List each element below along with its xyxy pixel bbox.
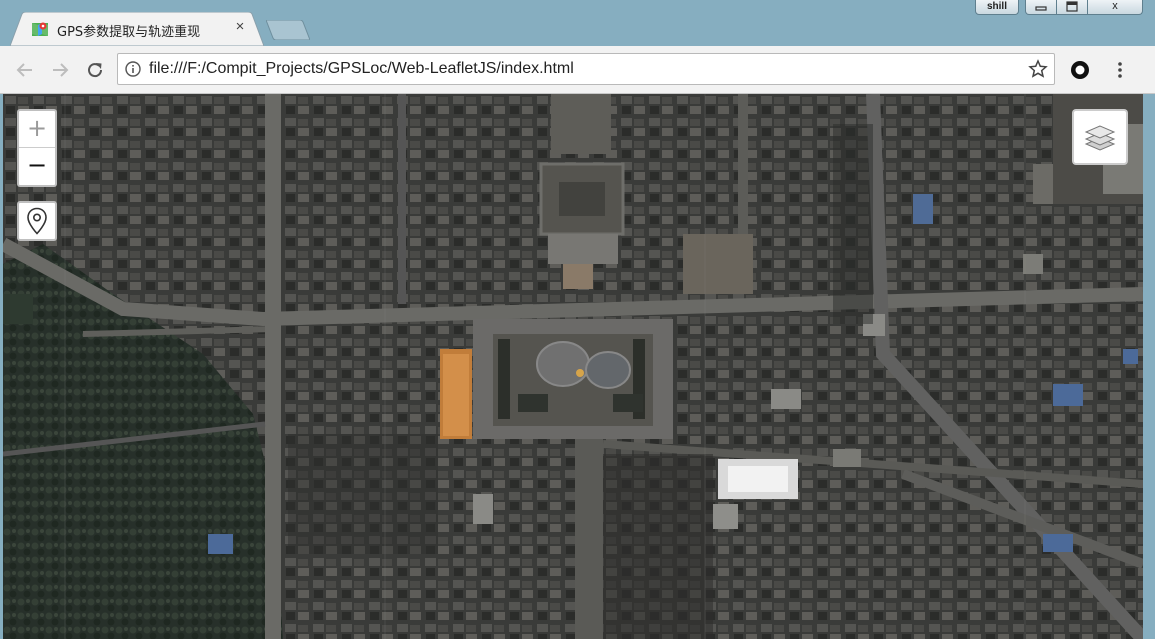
zoom-in-button[interactable]: + <box>19 111 55 147</box>
minimize-icon <box>1035 6 1047 11</box>
extension-icon[interactable] <box>1068 58 1092 82</box>
address-bar[interactable]: file:///F:/Compit_Projects/GPSLoc/Web-Le… <box>117 53 1055 85</box>
info-icon[interactable] <box>125 61 141 77</box>
star-icon[interactable] <box>1028 59 1048 79</box>
browser-tab[interactable]: GPS参数提取与轨迹重现 × <box>10 12 264 46</box>
new-tab-button[interactable] <box>266 20 310 40</box>
forward-icon[interactable] <box>48 58 72 82</box>
window-border-right <box>1143 94 1155 639</box>
layers-icon <box>1084 125 1116 151</box>
minimize-button[interactable] <box>1025 0 1057 15</box>
layers-button[interactable] <box>1072 109 1128 165</box>
profile-button[interactable]: shill <box>975 0 1019 15</box>
maximize-button[interactable] <box>1056 0 1088 15</box>
location-pin-icon <box>27 207 47 235</box>
satellite-imagery <box>3 94 1143 639</box>
window-titlebar: GPS参数提取与轨迹重现 × shill x <box>0 0 1155 46</box>
address-url[interactable]: file:///F:/Compit_Projects/GPSLoc/Web-Le… <box>149 60 574 78</box>
locate-button[interactable] <box>17 201 57 241</box>
back-icon[interactable] <box>13 58 37 82</box>
menu-icon[interactable] <box>1108 58 1132 82</box>
tab-close-icon[interactable]: × <box>232 19 248 35</box>
zoom-out-button[interactable]: − <box>19 147 55 184</box>
close-window-button[interactable]: x <box>1087 0 1143 15</box>
maximize-icon <box>1066 1 1078 12</box>
tab-title: GPS参数提取与轨迹重现 <box>57 25 201 40</box>
map-container[interactable]: + − <box>3 94 1143 639</box>
browser-toolbar: file:///F:/Compit_Projects/GPSLoc/Web-Le… <box>0 46 1155 94</box>
zoom-control: + − <box>17 109 57 187</box>
map-icon <box>32 21 48 37</box>
reload-icon[interactable] <box>83 58 107 82</box>
